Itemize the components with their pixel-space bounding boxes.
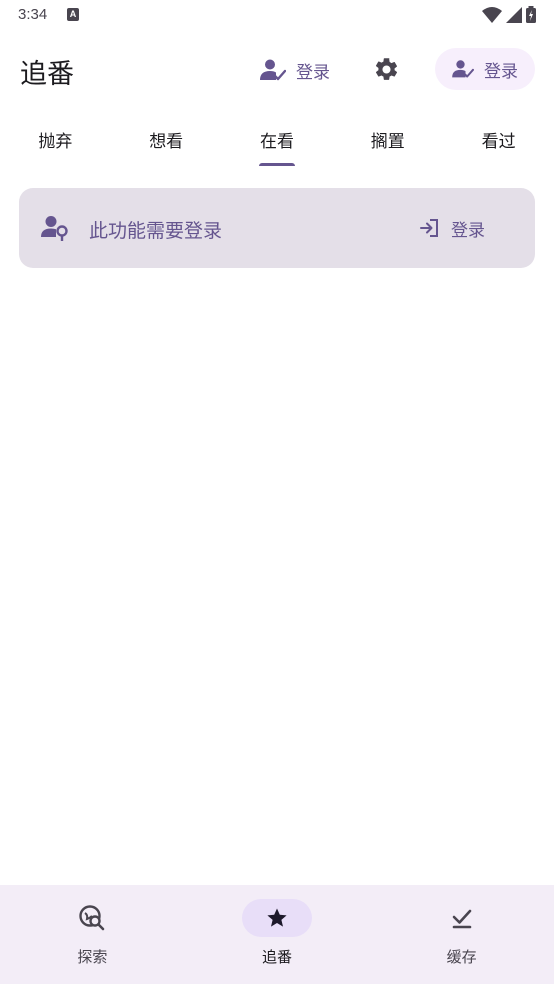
tab-wish[interactable]: 想看 (111, 112, 222, 168)
settings-button[interactable] (366, 49, 406, 89)
tab-watching[interactable]: 在看 (222, 112, 333, 168)
battery-icon (526, 6, 536, 23)
status-bar: 3:34 A (0, 0, 554, 30)
star-icon (267, 908, 287, 927)
person-key-icon (41, 216, 68, 241)
person-check-icon (452, 60, 474, 78)
wifi-icon (482, 6, 502, 23)
banner-login-button[interactable]: 登录 (411, 208, 493, 248)
status-time: 3:34 (18, 6, 48, 23)
nav-item-explore[interactable]: 探索 (0, 885, 185, 984)
bottom-navigation: 探索 追番 缓存 (0, 885, 554, 984)
explore-search-icon (79, 905, 105, 931)
tab-label: 在看 (259, 132, 294, 152)
tab-watched[interactable]: 看过 (443, 112, 554, 168)
nav-pill (242, 899, 312, 937)
nav-item-following[interactable]: 追番 (185, 885, 370, 984)
nav-label: 缓存 (446, 948, 477, 966)
login-arrow-icon (420, 219, 438, 237)
banner-message: 此功能需要登录 (89, 220, 223, 242)
download-done-icon (452, 909, 471, 929)
status-icons (482, 6, 536, 23)
nav-pill (57, 899, 127, 937)
tab-on-hold[interactable]: 搁置 (332, 112, 443, 168)
top-app-bar: 追番 登录 登录 (0, 40, 554, 100)
nav-label: 追番 (262, 948, 293, 966)
tab-active-indicator (258, 163, 295, 166)
person-check-icon (260, 59, 286, 81)
login-tonal-button-label: 登录 (484, 61, 518, 82)
signal-icon (506, 6, 522, 23)
collection-tabs: 抛弃 想看 在看 搁置 看过 (0, 112, 554, 168)
login-text-button-label: 登录 (296, 62, 330, 83)
page-title: 追番 (20, 59, 74, 90)
notification-icon: A (67, 8, 79, 21)
nav-label: 探索 (77, 948, 108, 966)
tab-label: 想看 (149, 132, 184, 152)
login-required-banner: 此功能需要登录 登录 (19, 188, 535, 268)
banner-login-label: 登录 (451, 220, 485, 241)
gear-icon (375, 57, 397, 80)
tab-label: 看过 (481, 132, 516, 152)
tab-dropped[interactable]: 抛弃 (0, 112, 111, 168)
nav-pill (427, 899, 497, 937)
nav-item-cache[interactable]: 缓存 (369, 885, 554, 984)
tab-label: 抛弃 (38, 132, 73, 152)
tab-label: 搁置 (370, 132, 405, 152)
login-text-button[interactable]: 登录 (256, 50, 334, 90)
login-tonal-button[interactable]: 登录 (435, 48, 535, 90)
